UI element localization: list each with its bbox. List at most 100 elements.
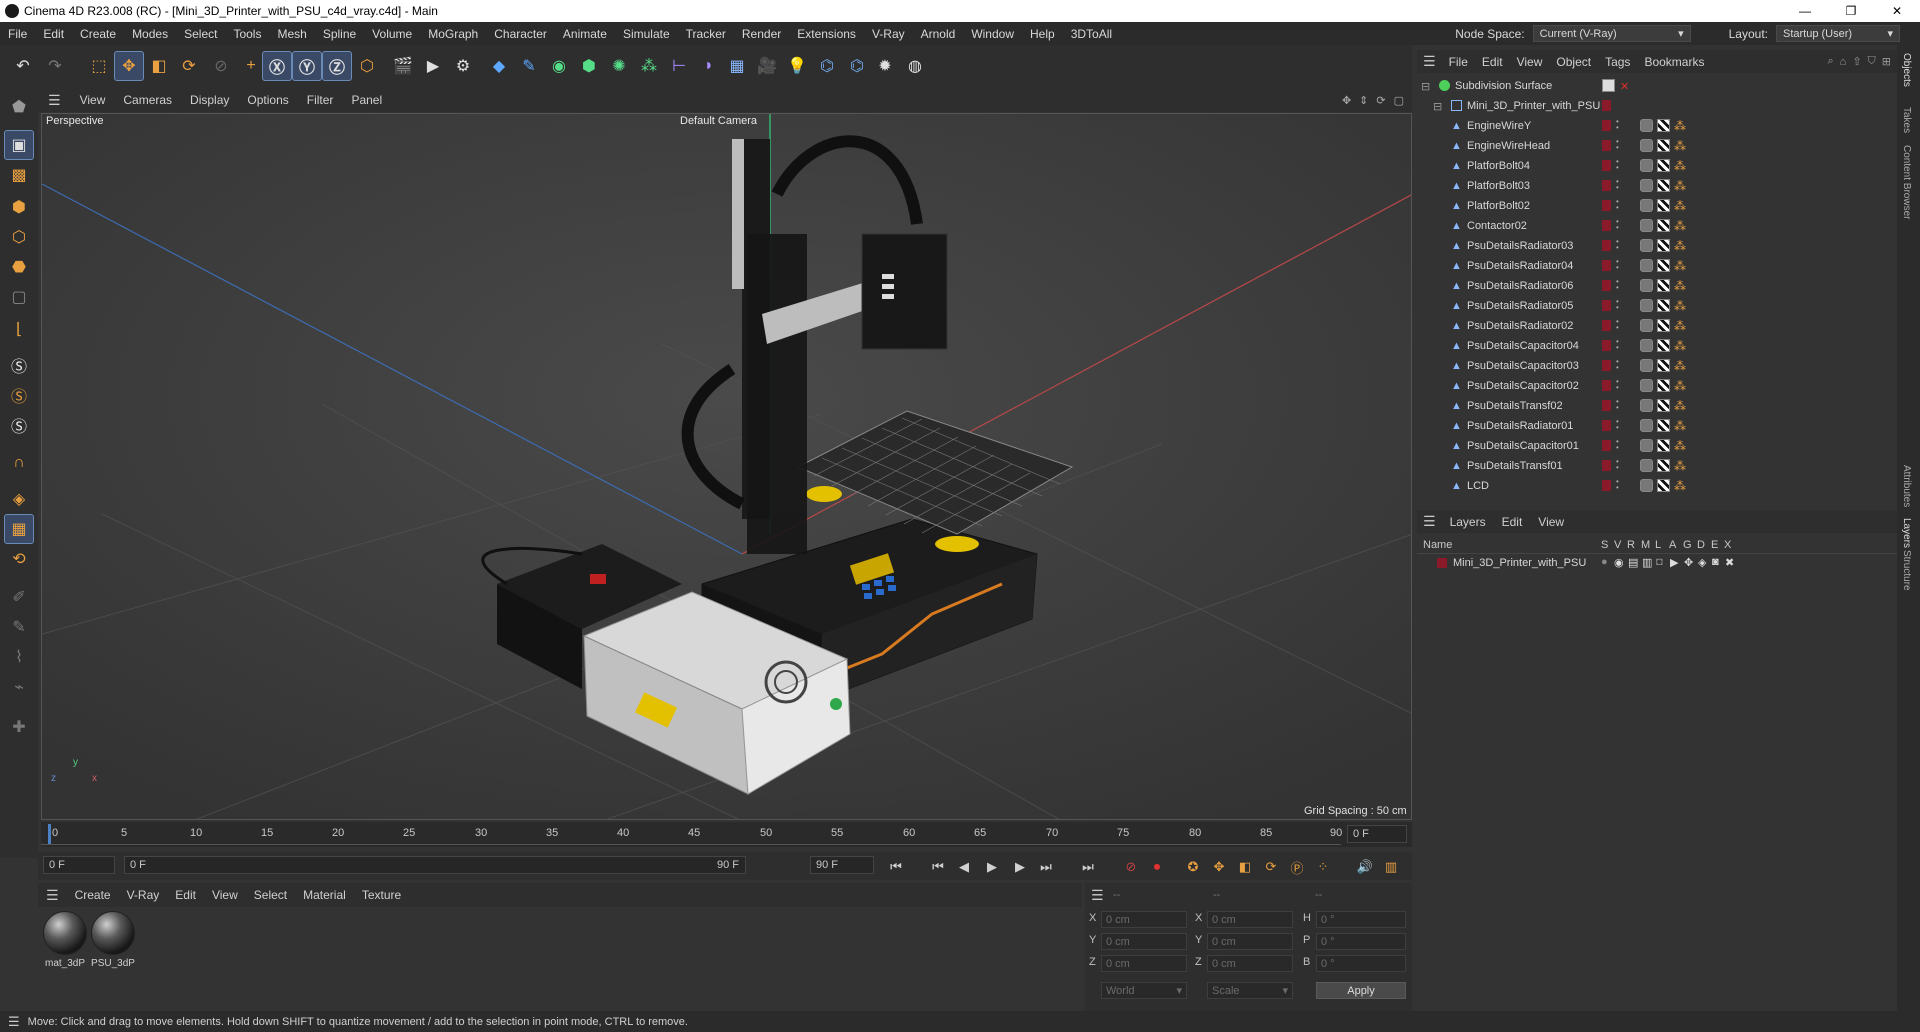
material-tag-icon[interactable] <box>1640 299 1653 312</box>
x-axis-lock-icon[interactable]: Ⓧ <box>262 51 292 81</box>
layout-select[interactable]: Startup (User) ▾ <box>1776 25 1900 42</box>
go-to-end-icon[interactable]: ⏭ <box>1077 856 1099 878</box>
timeline-ruler[interactable]: 0 5 10 15 20 25 30 35 40 45 50 55 60 65 … <box>41 822 1412 847</box>
render-icon[interactable]: ▤ <box>1628 556 1638 569</box>
material-tag-icon[interactable] <box>1640 319 1653 332</box>
visibility-dots-icon[interactable]: • • <box>1616 178 1620 193</box>
menu-select[interactable]: Select <box>176 27 225 41</box>
next-frame-icon[interactable]: ▶ <box>1009 856 1031 878</box>
minimize-button[interactable]: — <box>1782 0 1828 22</box>
vray-tag-icon[interactable]: ⁂ <box>1674 239 1686 253</box>
texture-tag-icon[interactable] <box>1657 219 1670 232</box>
disable-icon[interactable]: ✕ <box>1620 80 1629 93</box>
xref-icon[interactable]: ✖ <box>1725 556 1734 569</box>
material-menu-select[interactable]: Select <box>246 888 295 902</box>
vray-settings-icon[interactable]: ✹ <box>870 51 900 81</box>
object-row[interactable]: ▲ PsuDetailsRadiator05 • • ⁂ <box>1417 296 1885 316</box>
end-frame-field[interactable]: 90 F <box>810 856 874 874</box>
texture-tag-icon[interactable] <box>1657 279 1670 292</box>
menu-animate[interactable]: Animate <box>555 27 615 41</box>
apply-button[interactable]: Apply <box>1316 982 1406 999</box>
texture-tag-icon[interactable] <box>1657 239 1670 252</box>
start-frame-field[interactable]: 0 F <box>43 856 115 874</box>
vray-tag-icon[interactable]: ⁂ <box>1674 279 1686 293</box>
move-tool-icon[interactable]: ✥ <box>114 51 144 81</box>
menu-arnold[interactable]: Arnold <box>913 27 964 41</box>
frame-range-slider[interactable]: 0 F 90 F <box>124 856 746 874</box>
texture-tag-icon[interactable] <box>1657 439 1670 452</box>
model-mode-icon[interactable]: ▣ <box>4 130 34 160</box>
layer-color-icon[interactable] <box>1602 200 1611 211</box>
material-tag-icon[interactable] <box>1640 419 1653 432</box>
visibility-dots-icon[interactable]: • • <box>1616 278 1620 293</box>
material-tag-icon[interactable] <box>1640 159 1653 172</box>
material-tag-icon[interactable] <box>1640 199 1653 212</box>
texture-tag-icon[interactable] <box>1657 359 1670 372</box>
object-row[interactable]: ▲ PsuDetailsCapacitor03 • • ⁂ <box>1417 356 1885 376</box>
collapse-icon[interactable]: ⊟ <box>1421 80 1430 93</box>
key-rotation-icon[interactable]: ⟳ <box>1260 856 1282 878</box>
vray-tag-icon[interactable]: ⁂ <box>1674 119 1686 133</box>
menu-mesh[interactable]: Mesh <box>269 27 314 41</box>
size-x-field[interactable]: 0 cm <box>1207 911 1293 928</box>
sculpt-brush-icon[interactable]: ✐ <box>4 582 34 612</box>
object-row[interactable]: ▲ PlatforBolt03 • • ⁂ <box>1417 176 1885 196</box>
node-space-select[interactable]: Current (V-Ray) ▾ <box>1532 25 1691 42</box>
object-row[interactable]: ▲ PsuDetailsRadiator04 • • ⁂ <box>1417 256 1885 276</box>
extra-tool-icon[interactable]: ✚ <box>4 712 34 742</box>
rot-h-field[interactable]: 0 ° <box>1316 911 1406 928</box>
tab-content-browser[interactable]: Content Browser <box>1901 145 1912 219</box>
visibility-dots-icon[interactable]: • • <box>1616 158 1620 173</box>
menu-modes[interactable]: Modes <box>124 27 176 41</box>
object-row[interactable]: ▲ PsuDetailsTransf02 • • ⁂ <box>1417 396 1885 416</box>
object-row[interactable]: ▲ PsuDetailsCapacitor04 • • ⁂ <box>1417 336 1885 356</box>
manager-icon[interactable]: ▥ <box>1642 556 1652 569</box>
hamburger-icon[interactable]: ☰ <box>1417 513 1442 530</box>
lock-icon[interactable]: ◘ <box>1656 556 1663 568</box>
light-icon[interactable]: 💡 <box>782 51 812 81</box>
record-active-icon[interactable]: ⊘ <box>1120 856 1142 878</box>
grid-icon[interactable]: ▦ <box>4 514 34 544</box>
vray-tag-icon[interactable]: ⁂ <box>1674 219 1686 233</box>
object-menu-tags[interactable]: Tags <box>1598 55 1637 69</box>
pos-z-field[interactable]: 0 cm <box>1101 955 1187 972</box>
layer-color-icon[interactable] <box>1602 460 1611 471</box>
object-row[interactable]: ▲ EngineWireY • • ⁂ <box>1417 116 1885 136</box>
visibility-dots-icon[interactable]: • • <box>1616 458 1620 473</box>
python-icon[interactable]: ⌬ <box>812 51 842 81</box>
object-row[interactable]: ▲ LCD • • ⁂ <box>1417 476 1885 496</box>
snap-icon[interactable]: Ⓢ <box>4 350 34 380</box>
texture-tag-icon[interactable] <box>1657 119 1670 132</box>
material-menu-material[interactable]: Material <box>295 888 354 902</box>
object-row[interactable]: ▲ PsuDetailsCapacitor02 • • ⁂ <box>1417 376 1885 396</box>
vray-tag-icon[interactable]: ⁂ <box>1674 479 1686 493</box>
material-tag-icon[interactable] <box>1640 119 1653 132</box>
object-row[interactable]: ▲ PsuDetailsRadiator03 • • ⁂ <box>1417 236 1885 256</box>
menu-spline[interactable]: Spline <box>315 27 364 41</box>
uv-mode-icon[interactable]: ▢ <box>4 282 34 312</box>
editor-check-icon[interactable] <box>1602 79 1615 92</box>
zoom-view-icon[interactable]: ⇕ <box>1355 94 1372 107</box>
layer-color-icon[interactable] <box>1602 480 1611 491</box>
texture-tag-icon[interactable] <box>1657 199 1670 212</box>
layer-menu-layers[interactable]: Layers <box>1442 515 1494 529</box>
size-z-field[interactable]: 0 cm <box>1207 955 1293 972</box>
solo-icon[interactable]: ● <box>1601 556 1608 568</box>
up-icon[interactable]: ⇧ <box>1849 55 1864 68</box>
visibility-dots-icon[interactable]: • • <box>1616 358 1620 373</box>
material-tag-icon[interactable] <box>1640 359 1653 372</box>
visibility-dots-icon[interactable]: • • <box>1616 478 1620 493</box>
material-tag-icon[interactable] <box>1640 259 1653 272</box>
viewport-menu-view[interactable]: View <box>71 93 115 107</box>
orbit-view-icon[interactable]: ⟳ <box>1372 94 1389 107</box>
deformers-icon[interactable]: ◈ <box>1698 556 1706 569</box>
points-mode-icon[interactable]: ⬢ <box>4 192 34 222</box>
visibility-dots-icon[interactable]: • • <box>1616 258 1620 273</box>
menu-vray[interactable]: V-Ray <box>864 27 913 41</box>
menu-edit[interactable]: Edit <box>35 27 72 41</box>
field-icon[interactable]: ◗ <box>694 51 724 81</box>
spline-pen-icon[interactable]: ✎ <box>514 51 544 81</box>
maximize-button[interactable]: ❐ <box>1828 0 1874 22</box>
tab-structure[interactable]: Structure <box>1901 550 1912 591</box>
key-all-icon[interactable]: ✪ <box>1182 856 1204 878</box>
